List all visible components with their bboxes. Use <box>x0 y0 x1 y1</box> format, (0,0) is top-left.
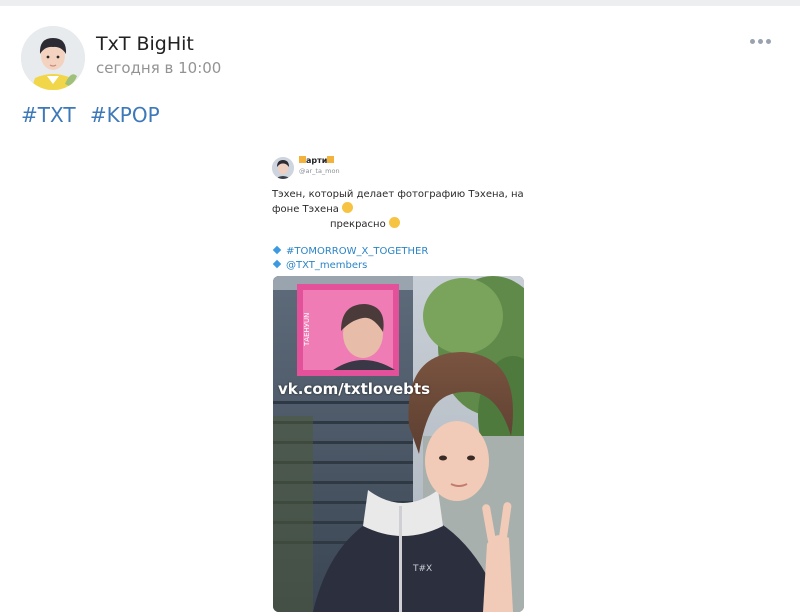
hashtag-link[interactable]: #TXT <box>21 103 76 127</box>
tweet-hashtag: #TOMORROW_X_TOGETHER <box>272 245 428 257</box>
author-avatar[interactable] <box>21 26 85 90</box>
hashtag-link[interactable]: #KPOP <box>90 103 160 127</box>
post-timestamp[interactable]: сегодня в 10:00 <box>96 58 221 78</box>
post-card: TxT BigHit сегодня в 10:00 #TXT #KPOP ар… <box>0 6 800 616</box>
tweet-avatar <box>272 157 294 179</box>
selfie-photo: ТАЕНУUN T#X vk.com/txtlovebts <box>273 276 524 612</box>
post-hashtags: #TXT #KPOP <box>21 102 160 128</box>
more-horizontal-icon <box>750 39 755 44</box>
tweet-text: Тэхен, который делает фотографию Тэхена,… <box>272 189 524 215</box>
tweet-mention: @TXT_members <box>272 259 367 271</box>
tweet-display-name: арти <box>299 156 335 165</box>
blue-diamond-icon <box>272 245 282 255</box>
fox-emoji-icon <box>327 156 335 163</box>
tweet-text-line2: прекрасно <box>330 217 400 230</box>
more-options-button[interactable] <box>745 34 775 48</box>
author-name[interactable]: TxT BigHit <box>96 32 194 56</box>
post-image-attachment[interactable]: арти @ar_ta_mon Тэхен, который делает фо… <box>262 148 538 616</box>
tweet-handle: @ar_ta_mon <box>299 167 340 175</box>
svg-text:ТАЕНУUN: ТАЕНУUN <box>303 313 311 347</box>
grimace-emoji-icon <box>341 202 353 213</box>
blue-diamond-icon <box>272 259 282 269</box>
svg-text:T#X: T#X <box>412 564 432 574</box>
blush-emoji-icon <box>388 217 400 228</box>
fox-emoji-icon <box>299 156 306 163</box>
photo-watermark: vk.com/txtlovebts <box>278 380 431 398</box>
